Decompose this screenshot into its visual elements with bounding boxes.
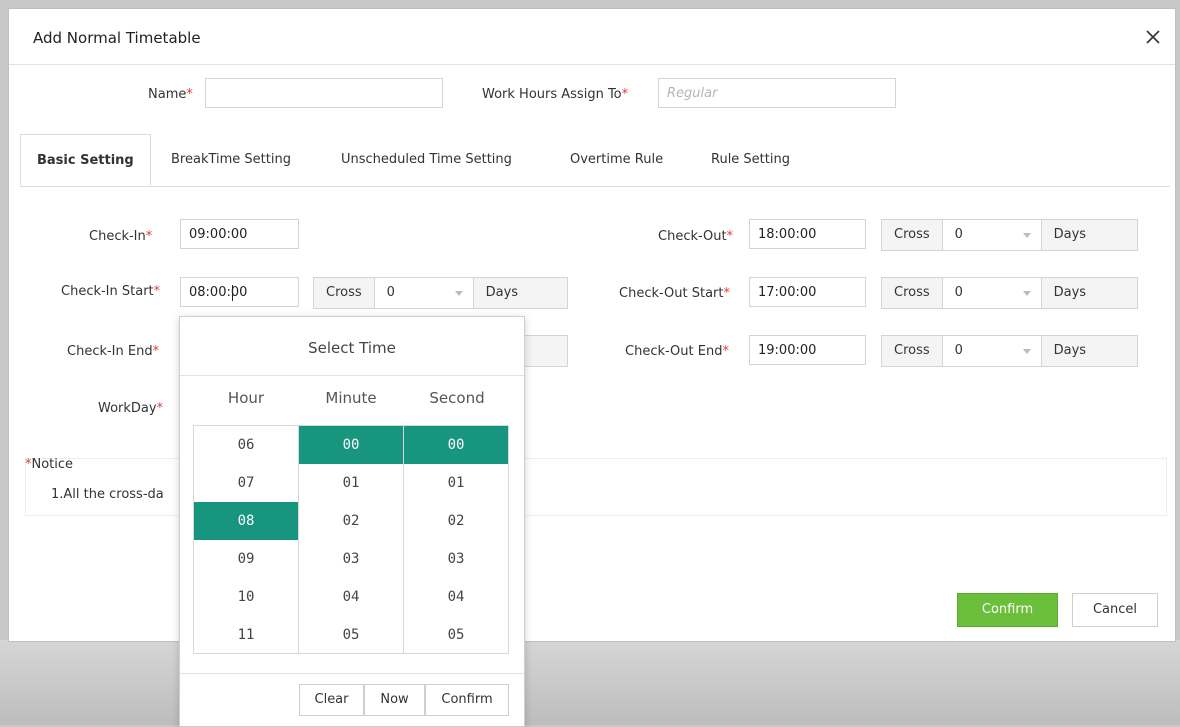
- picker-confirm-button[interactable]: Confirm: [425, 684, 509, 716]
- second-column-header: Second: [429, 389, 485, 407]
- check-out-start-input[interactable]: [749, 277, 866, 307]
- hour-column[interactable]: 06 07 08 09 10 11: [194, 426, 298, 653]
- hour-option[interactable]: 07: [194, 464, 298, 502]
- minute-option[interactable]: 01: [299, 464, 403, 502]
- chevron-down-icon: [1022, 349, 1031, 354]
- picker-clear-button[interactable]: Clear: [299, 684, 364, 716]
- time-picker-title: Select Time: [180, 317, 524, 376]
- check-out-end-input[interactable]: [749, 335, 866, 365]
- picker-now-button[interactable]: Now: [364, 684, 425, 716]
- check-in-end-cross-group-edge: [523, 335, 568, 367]
- days-label: Days: [473, 278, 567, 308]
- tab-basic-setting[interactable]: Basic Setting: [20, 134, 151, 186]
- second-option[interactable]: 04: [404, 578, 508, 616]
- days-label: Days: [1041, 220, 1137, 250]
- cross-days-select[interactable]: 0: [942, 278, 1042, 308]
- settings-tabs: Basic Setting BreakTime Setting Unschedu…: [20, 134, 1170, 187]
- text-cursor: [232, 285, 233, 301]
- hour-option[interactable]: 08: [194, 502, 298, 540]
- check-in-label: Check-In*: [89, 229, 153, 244]
- time-picker-popup: Select Time Hour Minute Second 06 07 08 09 1…: [179, 316, 525, 727]
- cross-label: Cross: [882, 336, 943, 366]
- hour-option[interactable]: 06: [194, 426, 298, 464]
- check-out-input[interactable]: [749, 219, 866, 249]
- dialog-title-bar: Add Normal Timetable: [9, 9, 1175, 65]
- page-backdrop: [0, 640, 1180, 725]
- minute-option[interactable]: 02: [299, 502, 403, 540]
- check-in-start-label: Check-In Start*: [61, 284, 161, 299]
- second-option[interactable]: 02: [404, 502, 508, 540]
- hour-column-header: Hour: [227, 389, 265, 407]
- notice-title: *Notice: [25, 457, 74, 472]
- cross-label: Cross: [314, 278, 375, 308]
- check-out-start-cross-group: Cross 0 Days: [881, 277, 1138, 309]
- minute-option[interactable]: 00: [299, 426, 403, 464]
- close-icon[interactable]: [1143, 27, 1163, 47]
- hour-option[interactable]: 10: [194, 578, 298, 616]
- check-in-end-label: Check-In End*: [67, 344, 160, 359]
- hour-option[interactable]: 11: [194, 616, 298, 653]
- tab-breaktime-setting[interactable]: BreakTime Setting: [171, 134, 291, 186]
- minute-column[interactable]: 00 01 02 03 04 05: [298, 426, 403, 653]
- check-out-start-label: Check-Out Start*: [619, 286, 731, 301]
- cross-label: Cross: [882, 220, 943, 250]
- check-in-start-input[interactable]: [180, 277, 299, 307]
- chevron-down-icon: [454, 291, 463, 296]
- days-label: Days: [1041, 278, 1137, 308]
- check-out-cross-group: Cross 0 Days: [881, 219, 1138, 251]
- cancel-button[interactable]: Cancel: [1072, 593, 1158, 627]
- cross-days-select[interactable]: 0: [942, 336, 1042, 366]
- chevron-down-icon: [1022, 233, 1031, 238]
- check-out-label: Check-Out*: [658, 229, 734, 244]
- name-label: Name*: [148, 87, 193, 102]
- minute-option[interactable]: 03: [299, 540, 403, 578]
- minute-option[interactable]: 05: [299, 616, 403, 653]
- workday-label: WorkDay*: [98, 401, 164, 416]
- check-in-input[interactable]: [180, 219, 299, 249]
- name-input[interactable]: [205, 78, 443, 108]
- notice-text: 1.All the cross-da: [51, 487, 164, 502]
- cross-label: Cross: [882, 278, 943, 308]
- cross-days-select[interactable]: 0: [942, 220, 1042, 250]
- work-hours-assign-label: Work Hours Assign To*: [482, 87, 629, 102]
- confirm-button[interactable]: Confirm: [957, 593, 1058, 627]
- tab-rule-setting[interactable]: Rule Setting: [711, 134, 790, 186]
- check-in-start-cross-group: Cross 0 Days: [313, 277, 568, 309]
- chevron-down-icon: [1022, 291, 1031, 296]
- tab-unscheduled-time-setting[interactable]: Unscheduled Time Setting: [341, 134, 512, 186]
- days-label: Days: [1041, 336, 1137, 366]
- minute-option[interactable]: 04: [299, 578, 403, 616]
- second-column[interactable]: 00 01 02 03 04 05: [403, 426, 508, 653]
- second-option[interactable]: 05: [404, 616, 508, 653]
- tab-overtime-rule[interactable]: Overtime Rule: [570, 134, 663, 186]
- second-option[interactable]: 03: [404, 540, 508, 578]
- second-option[interactable]: 00: [404, 426, 508, 464]
- hour-option[interactable]: 09: [194, 540, 298, 578]
- check-out-end-cross-group: Cross 0 Days: [881, 335, 1138, 367]
- cross-days-select[interactable]: 0: [374, 278, 474, 308]
- time-picker-footer: Clear Now Confirm: [180, 673, 524, 727]
- dialog-title: Add Normal Timetable: [33, 29, 201, 47]
- time-columns: 06 07 08 09 10 11 00 01 02 03 04 05 00 01 02 03 04 05: [193, 425, 509, 654]
- work-hours-assign-input[interactable]: [658, 78, 896, 108]
- second-option[interactable]: 01: [404, 464, 508, 502]
- minute-column-header: Minute: [325, 389, 377, 407]
- check-out-end-label: Check-Out End*: [625, 344, 729, 359]
